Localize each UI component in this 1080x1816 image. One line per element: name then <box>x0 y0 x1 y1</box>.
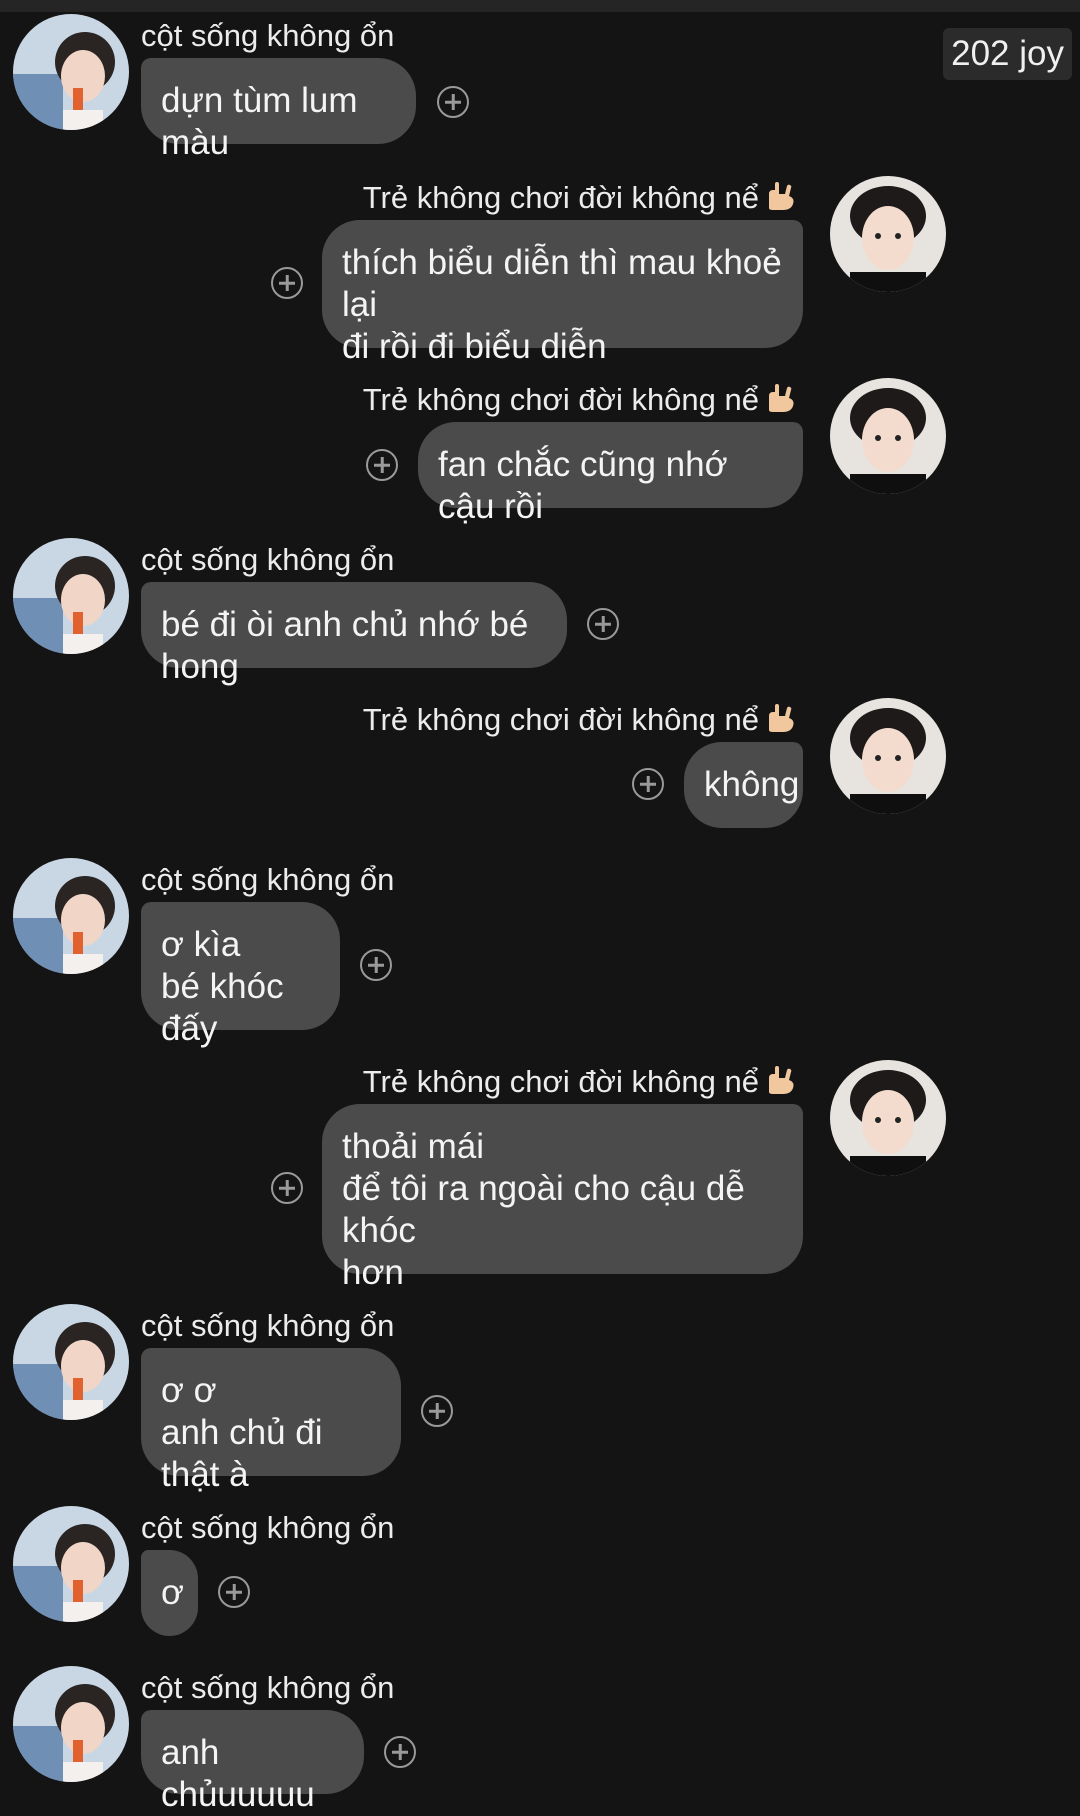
avatar-left-user[interactable] <box>13 1666 129 1782</box>
plus-circle-icon[interactable] <box>366 449 398 481</box>
avatar-right-user[interactable] <box>830 378 946 494</box>
sender-name-text: Trẻ không chơi đời không nể <box>362 180 759 215</box>
avatar-left-user[interactable] <box>13 1304 129 1420</box>
message-bubble[interactable]: thích biểu diễn thì mau khoẻ lại đi rồi … <box>322 220 803 366</box>
plus-circle-icon[interactable] <box>437 86 469 118</box>
sender-name-text: Trẻ không chơi đời không nể <box>362 382 759 417</box>
avatar-right-user[interactable] <box>830 176 946 292</box>
avatar-left-user[interactable] <box>13 1506 129 1622</box>
message-bubble[interactable]: bé đi òi anh chủ nhớ bé hong <box>141 582 567 686</box>
sender-name-text: Trẻ không chơi đời không nể <box>362 702 759 737</box>
sender-name: cột sống không ổn <box>141 1308 395 1343</box>
sender-name: cột sống không ổn <box>141 1510 395 1545</box>
sender-name: cột sống không ổn <box>141 18 395 53</box>
sender-name: Trẻ không chơi đời không nể <box>363 702 799 738</box>
plus-circle-icon[interactable] <box>384 1736 416 1768</box>
sender-name: cột sống không ổn <box>141 862 395 897</box>
plus-circle-icon[interactable] <box>587 608 619 640</box>
message-bubble[interactable]: không <box>684 742 803 828</box>
chat-thread[interactable]: cột sống không ổn dựn tùm lum màu Trẻ kh… <box>0 0 1080 1814</box>
sender-name: Trẻ không chơi đời không nể <box>363 1064 799 1100</box>
avatar-left-user[interactable] <box>13 858 129 974</box>
sender-name: cột sống không ổn <box>141 1670 395 1705</box>
message-bubble[interactable]: ơ kìa bé khóc đấy <box>141 902 340 1048</box>
message-bubble[interactable]: ơ <box>141 1550 198 1636</box>
message-bubble[interactable]: anh chủuuuuu <box>141 1710 364 1814</box>
plus-circle-icon[interactable] <box>271 267 303 299</box>
plus-circle-icon[interactable] <box>218 1576 250 1608</box>
sender-name: Trẻ không chơi đời không nể <box>363 382 799 418</box>
rock-on-hand-icon <box>769 384 794 412</box>
plus-circle-icon[interactable] <box>360 949 392 981</box>
message-bubble[interactable]: dựn tùm lum màu <box>141 58 416 162</box>
message-bubble[interactable]: ơ ơ anh chủ đi thật à <box>141 1348 401 1494</box>
rock-on-hand-icon <box>769 1066 794 1094</box>
message-bubble[interactable]: thoải mái để tôi ra ngoài cho cậu dễ khó… <box>322 1104 803 1292</box>
sender-name: cột sống không ổn <box>141 542 395 577</box>
avatar-right-user[interactable] <box>830 698 946 814</box>
rock-on-hand-icon <box>769 704 794 732</box>
plus-circle-icon[interactable] <box>632 768 664 800</box>
message-bubble[interactable]: fan chắc cũng nhớ cậu rồi <box>418 422 803 526</box>
avatar-right-user[interactable] <box>830 1060 946 1176</box>
avatar-left-user[interactable] <box>13 538 129 654</box>
plus-circle-icon[interactable] <box>421 1395 453 1427</box>
sender-name: Trẻ không chơi đời không nể <box>363 180 799 216</box>
plus-circle-icon[interactable] <box>271 1172 303 1204</box>
sender-name-text: Trẻ không chơi đời không nể <box>362 1064 759 1099</box>
avatar-left-user[interactable] <box>13 14 129 130</box>
rock-on-hand-icon <box>769 182 794 210</box>
